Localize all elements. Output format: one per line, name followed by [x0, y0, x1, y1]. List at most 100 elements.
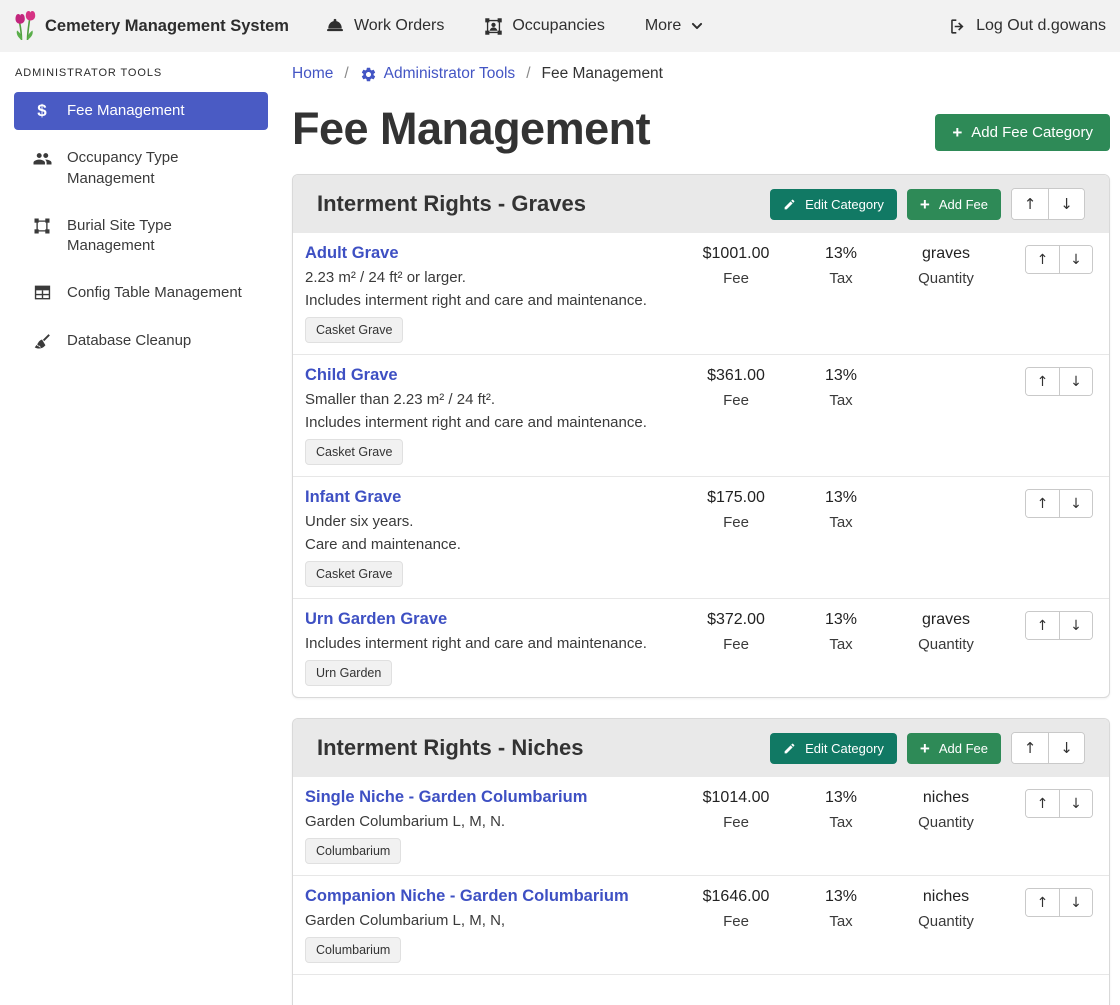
- fee-desc-line: Care and maintenance.: [305, 536, 681, 553]
- gear-icon: [360, 66, 377, 83]
- fee-descriptions: 2.23 m² / 24 ft² or larger. Includes inte…: [305, 269, 681, 309]
- sign-out-icon: [948, 17, 967, 36]
- breadcrumb-admin-tools-link[interactable]: Administrator Tools: [360, 65, 516, 83]
- main-content: Home / Administrator Tools / Fee Managem…: [280, 52, 1120, 939]
- fee-tag-badge: Casket Grave: [305, 317, 403, 343]
- move-fee-down-button[interactable]: ↓: [1059, 490, 1092, 517]
- tax-amount: 13%: [791, 489, 891, 507]
- nav-item-more[interactable]: More: [645, 17, 704, 35]
- fee-name-link[interactable]: Companion Niche - Garden Columbarium: [305, 887, 629, 906]
- fee-label: Fee: [681, 636, 791, 653]
- logout-button[interactable]: Log Out d.gowans: [948, 17, 1106, 36]
- sidebar-item-fee-management[interactable]: $ Fee Management: [14, 92, 268, 130]
- quantity-cell: graves Quantity: [891, 610, 1001, 653]
- move-fee-down-button[interactable]: ↓: [1059, 246, 1092, 273]
- tax-cell: 13% Tax: [791, 366, 891, 409]
- edit-category-button[interactable]: Edit Category: [770, 733, 897, 764]
- fee-cell: $361.00 Fee: [681, 366, 791, 409]
- fee-reorder-group: ↑ ↓: [1001, 244, 1093, 274]
- fee-cell: $1646.00 Fee: [681, 887, 791, 930]
- add-fee-button[interactable]: + Add Fee: [907, 189, 1001, 220]
- move-category-up-button[interactable]: ↑: [1012, 733, 1048, 763]
- category-title: Interment Rights - Graves: [317, 191, 586, 217]
- tax-cell: 13% Tax: [791, 887, 891, 930]
- fee-label: Fee: [681, 913, 791, 930]
- quantity-value: niches: [891, 888, 1001, 906]
- quantity-cell: niches Quantity: [891, 788, 1001, 831]
- sidebar-item-occupancy-type-management[interactable]: Occupancy Type Management: [14, 139, 268, 198]
- move-fee-up-button[interactable]: ↑: [1026, 490, 1059, 517]
- move-fee-down-button[interactable]: ↓: [1059, 368, 1092, 395]
- move-fee-up-button[interactable]: ↑: [1026, 368, 1059, 395]
- admin-tools-sidebar: ADMINISTRATOR TOOLS $ Fee Management Occ…: [0, 52, 280, 939]
- fee-reorder-group: ↑ ↓: [1001, 488, 1093, 518]
- fee-main: Adult Grave 2.23 m² / 24 ft² or larger. I…: [305, 244, 681, 343]
- fee-amount: $361.00: [681, 367, 791, 385]
- fee-tag-badge: Columbarium: [305, 937, 401, 963]
- fee-name-link[interactable]: Infant Grave: [305, 488, 401, 507]
- fee-desc-line: 2.23 m² / 24 ft² or larger.: [305, 269, 681, 286]
- move-fee-down-button[interactable]: ↓: [1059, 790, 1092, 817]
- tax-amount: 13%: [791, 789, 891, 807]
- fee-tag-badge: Urn Garden: [305, 660, 392, 686]
- nav-item-occupancies[interactable]: Occupancies: [484, 17, 605, 36]
- tax-cell: 13% Tax: [791, 788, 891, 831]
- categories: Interment Rights - Graves Edit Category …: [292, 174, 1110, 1005]
- quantity-label: Quantity: [891, 913, 1001, 930]
- fee-desc-line: Garden Columbarium L, M, N.: [305, 813, 681, 830]
- move-fee-down-button[interactable]: ↓: [1059, 889, 1092, 916]
- tax-label: Tax: [791, 913, 891, 930]
- fee-name-link[interactable]: Adult Grave: [305, 244, 399, 263]
- move-fee-up-button[interactable]: ↑: [1026, 889, 1059, 916]
- add-fee-button[interactable]: + Add Fee: [907, 733, 1001, 764]
- move-category-down-button[interactable]: ↓: [1048, 189, 1084, 219]
- category-reorder-group: ↑ ↓: [1011, 188, 1085, 220]
- fee-desc-line: Includes interment right and care and ma…: [305, 292, 681, 309]
- fee-name-link[interactable]: Child Grave: [305, 366, 398, 385]
- add-fee-category-button[interactable]: + Add Fee Category: [935, 114, 1110, 151]
- move-fee-up-button[interactable]: ↑: [1026, 612, 1059, 639]
- tax-amount: 13%: [791, 367, 891, 385]
- fee-descriptions: Smaller than 2.23 m² / 24 ft².Includes i…: [305, 391, 681, 431]
- breadcrumb-home-link[interactable]: Home: [292, 65, 333, 83]
- navbar-links: Work Orders Occupancies More: [325, 16, 704, 36]
- move-category-up-button[interactable]: ↑: [1012, 189, 1048, 219]
- broom-icon: [31, 332, 53, 351]
- move-fee-up-button[interactable]: ↑: [1026, 790, 1059, 817]
- edit-category-button[interactable]: Edit Category: [770, 189, 897, 220]
- fee-reorder-group: ↑ ↓: [1001, 610, 1093, 640]
- fee-amount: $372.00: [681, 611, 791, 629]
- chevron-down-icon: [690, 19, 704, 33]
- tax-amount: 13%: [791, 245, 891, 263]
- fee-desc-line: Under six years.: [305, 513, 681, 530]
- sidebar-item-burial-site-type-management[interactable]: Burial Site Type Management: [14, 207, 268, 266]
- fee-reorder-group: ↑ ↓: [1001, 887, 1093, 917]
- sidebar-item-config-table-management[interactable]: Config Table Management: [14, 274, 268, 312]
- quantity-label: Quantity: [891, 270, 1001, 287]
- fee-reorder-group: ↑ ↓: [1001, 366, 1093, 396]
- move-fee-down-button[interactable]: ↓: [1059, 612, 1092, 639]
- fee-amount: $175.00: [681, 489, 791, 507]
- fee-main: Urn Garden Grave Includes interment righ…: [305, 610, 681, 686]
- quantity-label: Quantity: [891, 636, 1001, 653]
- tax-cell: 13% Tax: [791, 488, 891, 531]
- fee-tag-badge: Casket Grave: [305, 439, 403, 465]
- tax-label: Tax: [791, 392, 891, 409]
- fee-row: Companion Niche - Garden Columbarium Gar…: [293, 875, 1109, 975]
- fee-main: Child Grave Smaller than 2.23 m² / 24 ft…: [305, 366, 681, 465]
- fee-name-link[interactable]: Urn Garden Grave: [305, 610, 447, 629]
- nav-item-work-orders[interactable]: Work Orders: [325, 16, 444, 36]
- app-brand[interactable]: Cemetery Management System: [14, 11, 289, 41]
- fee-cell: $175.00 Fee: [681, 488, 791, 531]
- move-fee-up-button[interactable]: ↑: [1026, 246, 1059, 273]
- fee-tag-badge: Columbarium: [305, 838, 401, 864]
- tax-label: Tax: [791, 636, 891, 653]
- sidebar-item-database-cleanup[interactable]: Database Cleanup: [14, 322, 268, 360]
- fee-descriptions: Garden Columbarium L, M, N,: [305, 912, 681, 929]
- app-title: Cemetery Management System: [45, 17, 289, 36]
- table-icon: [31, 284, 53, 301]
- dollar-icon: $: [31, 102, 53, 119]
- tax-label: Tax: [791, 814, 891, 831]
- fee-name-link[interactable]: Single Niche - Garden Columbarium: [305, 788, 587, 807]
- move-category-down-button[interactable]: ↓: [1048, 733, 1084, 763]
